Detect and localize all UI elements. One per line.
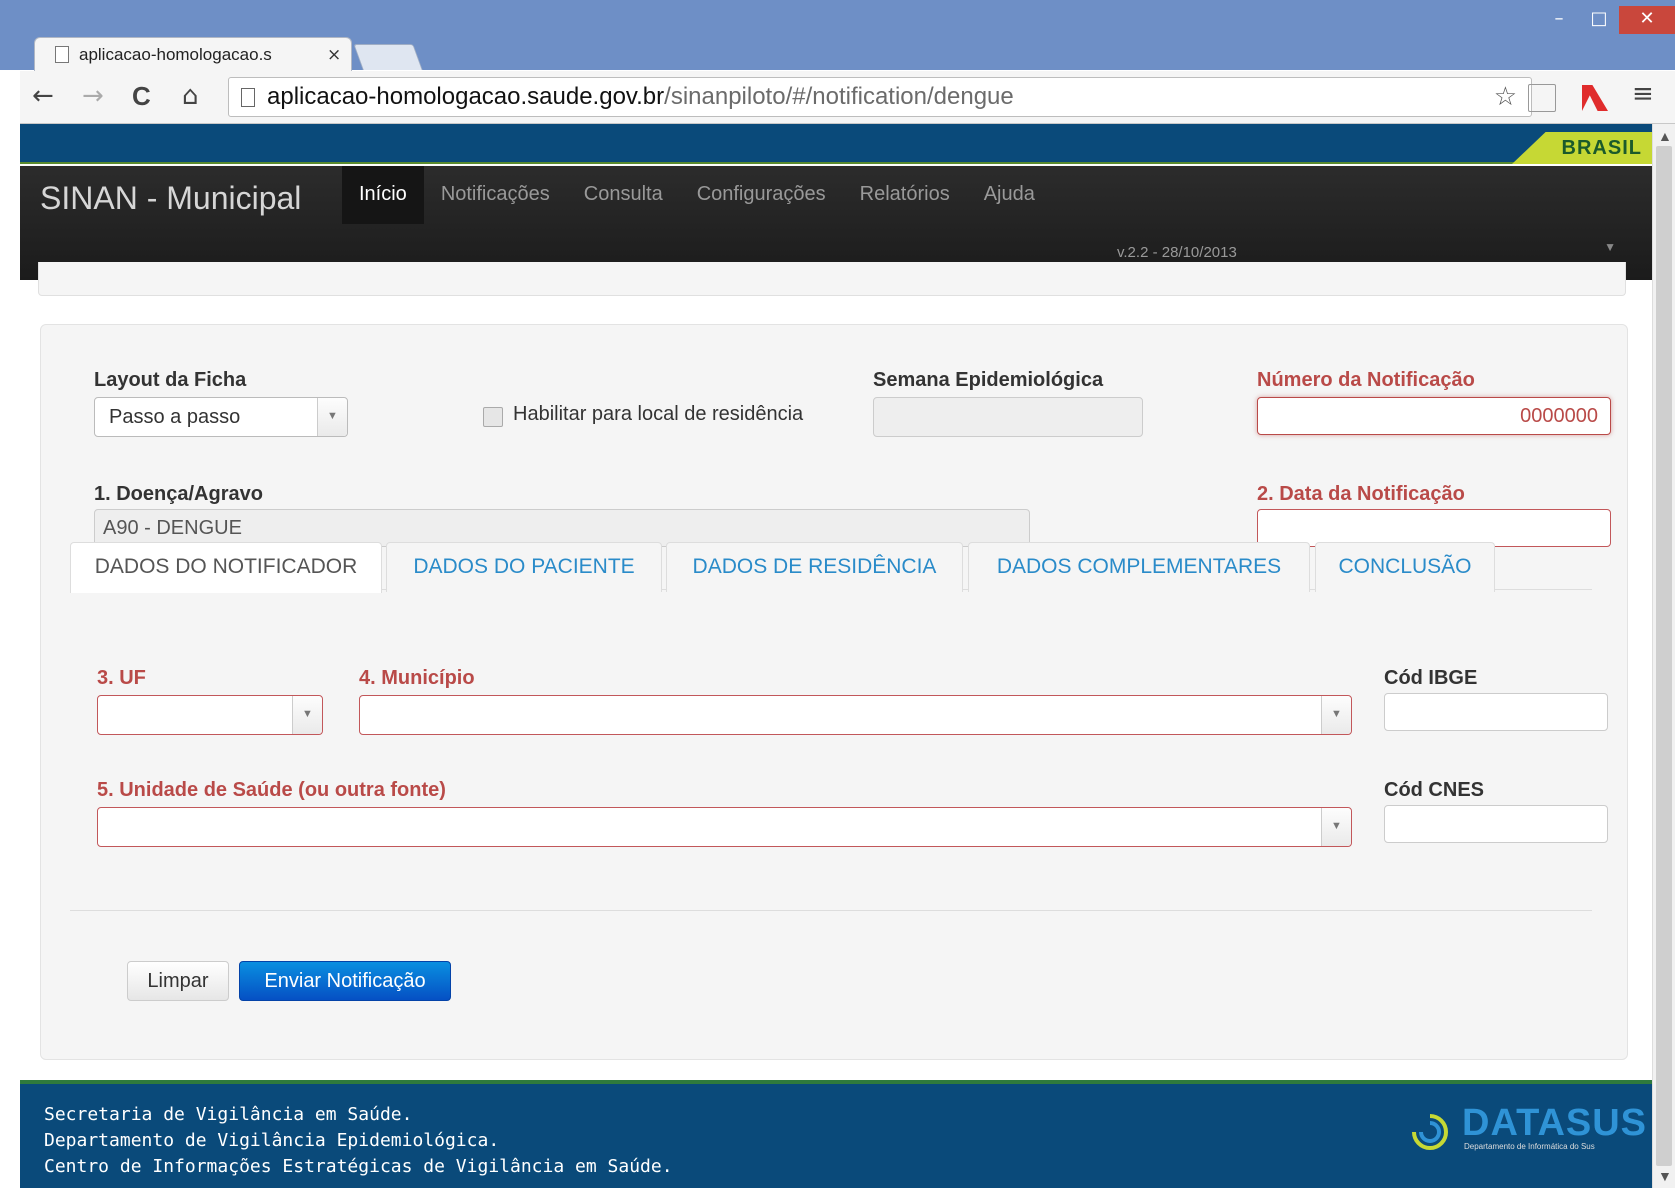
clear-button[interactable]: Limpar <box>127 961 229 1001</box>
menu-item-consulta[interactable]: Consulta <box>567 166 680 224</box>
url-host: aplicacao-homologacao.saude.gov.br <box>267 83 665 110</box>
data-label: 2. Data da Notificação <box>1257 483 1465 505</box>
cnes-label: Cód CNES <box>1384 779 1484 801</box>
main-menu: Início Notificações Consulta Configuraçõ… <box>342 166 1052 224</box>
extension-icon[interactable] <box>1528 84 1556 112</box>
home-icon[interactable]: ⌂ <box>182 81 199 111</box>
menu-item-relatorios[interactable]: Relatórios <box>843 166 967 224</box>
unidade-label: 5. Unidade de Saúde (ou outra fonte) <box>97 779 446 801</box>
layout-label: Layout da Ficha <box>94 369 247 391</box>
numero-label: Número da Notificação <box>1257 369 1475 391</box>
reload-icon[interactable]: C <box>132 81 151 112</box>
footer-line-1: Secretaria de Vigilância em Saúde. <box>44 1104 413 1125</box>
notification-form: Layout da Ficha Passo a passo ▼ Habilita… <box>40 324 1628 1060</box>
divider <box>70 910 1592 911</box>
menu-item-ajuda[interactable]: Ajuda <box>967 166 1052 224</box>
residence-checkbox-label: Habilitar para local de residência <box>513 403 804 425</box>
browser-window: aplicacao-homologacao.s × – □ ✕ ← → C ⌂ … <box>0 0 1675 1188</box>
browser-tab[interactable]: aplicacao-homologacao.s × <box>34 37 352 71</box>
title-bar: aplicacao-homologacao.s × – □ ✕ <box>0 0 1675 71</box>
page-scrollbar[interactable]: ▲ ▼ <box>1652 124 1675 1188</box>
minimize-button[interactable]: – <box>1539 6 1579 34</box>
scrollbar-thumb[interactable] <box>1656 146 1672 1166</box>
gov-banner: BRASIL <box>20 124 1652 164</box>
municipio-select[interactable]: ▼ <box>359 695 1352 735</box>
unidade-select[interactable]: ▼ <box>97 807 1352 847</box>
uf-label: 3. UF <box>97 667 146 689</box>
menu-item-configuracoes[interactable]: Configurações <box>680 166 843 224</box>
tab-close-icon[interactable]: × <box>327 45 351 65</box>
submit-notification-button[interactable]: Enviar Notificação <box>239 961 451 1001</box>
ibge-label: Cód IBGE <box>1384 667 1478 689</box>
new-tab-button[interactable] <box>353 44 423 70</box>
menu-item-notificacoes[interactable]: Notificações <box>424 166 567 224</box>
datasus-logo: DATASUS Departamento de Informática do S… <box>1410 1102 1646 1154</box>
municipio-label: 4. Município <box>359 667 475 689</box>
app-version: v.2.2 - 28/10/2013 <box>1117 244 1237 261</box>
datasus-subtitle: Departamento de Informática do Sus <box>1464 1142 1595 1151</box>
layout-select[interactable]: Passo a passo ▼ <box>94 397 348 437</box>
footer-line-2: Departamento de Vigilância Epidemiológic… <box>44 1130 500 1151</box>
menu-item-inicio[interactable]: Início <box>342 166 424 224</box>
page-content: BRASIL SINAN - Municipal Início Notifica… <box>20 124 1652 1188</box>
tab-dados-complementares[interactable]: DADOS COMPLEMENTARES <box>968 542 1310 592</box>
tab-dados-paciente[interactable]: DADOS DO PACIENTE <box>386 542 662 592</box>
browser-toolbar: ← → C ⌂ aplicacao-homologacao.saude.gov.… <box>20 71 1675 124</box>
breadcrumb <box>38 262 1626 296</box>
tab-dados-notificador[interactable]: DADOS DO NOTIFICADOR <box>70 542 382 593</box>
chevron-down-icon: ▼ <box>317 398 347 436</box>
window-controls: – □ ✕ <box>1539 6 1675 38</box>
brasil-logo[interactable]: BRASIL <box>1512 132 1652 164</box>
chevron-down-icon: ▼ <box>1321 808 1351 846</box>
scroll-down-icon[interactable]: ▼ <box>1658 1168 1672 1184</box>
datasus-mark-icon <box>1410 1108 1448 1150</box>
url-path: /sinanpiloto/#/notification/dengue <box>664 83 1014 110</box>
scroll-up-icon[interactable]: ▲ <box>1658 128 1672 144</box>
close-window-button[interactable]: ✕ <box>1619 6 1675 34</box>
uf-select[interactable]: ▼ <box>97 695 323 735</box>
ibge-field[interactable] <box>1384 693 1608 731</box>
semana-field <box>873 397 1143 437</box>
tab-dados-residencia[interactable]: DADOS DE RESIDÊNCIA <box>666 542 963 592</box>
tab-title: aplicacao-homologacao.s <box>79 44 272 64</box>
numero-field[interactable]: 0000000 <box>1257 397 1611 435</box>
kaspersky-icon[interactable] <box>1582 85 1608 111</box>
chevron-down-icon: ▼ <box>292 696 322 734</box>
cnes-field[interactable] <box>1384 805 1608 843</box>
semana-label: Semana Epidemiológica <box>873 369 1104 391</box>
address-bar[interactable]: aplicacao-homologacao.saude.gov.br/sinan… <box>228 77 1532 117</box>
chevron-down-icon: ▼ <box>1321 696 1351 734</box>
doenca-label: 1. Doença/Agravo <box>94 483 263 505</box>
page-info-icon <box>241 87 255 107</box>
datasus-wordmark: DATASUS <box>1462 1102 1648 1144</box>
form-tabs: DADOS DO NOTIFICADOR DADOS DO PACIENTE D… <box>70 542 1592 593</box>
bookmark-star-icon[interactable]: ☆ <box>1494 82 1517 112</box>
forward-icon[interactable]: → <box>82 81 104 111</box>
page-icon <box>55 46 69 63</box>
footer-line-3: Centro de Informações Estratégicas de Vi… <box>44 1156 673 1177</box>
menu-icon[interactable]: ≡ <box>1632 79 1654 109</box>
residence-checkbox[interactable] <box>483 407 503 427</box>
app-brand[interactable]: SINAN - Municipal <box>40 180 301 217</box>
layout-select-value: Passo a passo <box>109 406 241 428</box>
tab-conclusao[interactable]: CONCLUSÃO <box>1315 542 1495 592</box>
page-footer: Secretaria de Vigilância em Saúde. Depar… <box>20 1080 1652 1188</box>
maximize-button[interactable]: □ <box>1579 6 1619 34</box>
user-dropdown-caret-icon[interactable]: ▼ <box>1604 240 1616 254</box>
back-icon[interactable]: ← <box>32 81 54 111</box>
